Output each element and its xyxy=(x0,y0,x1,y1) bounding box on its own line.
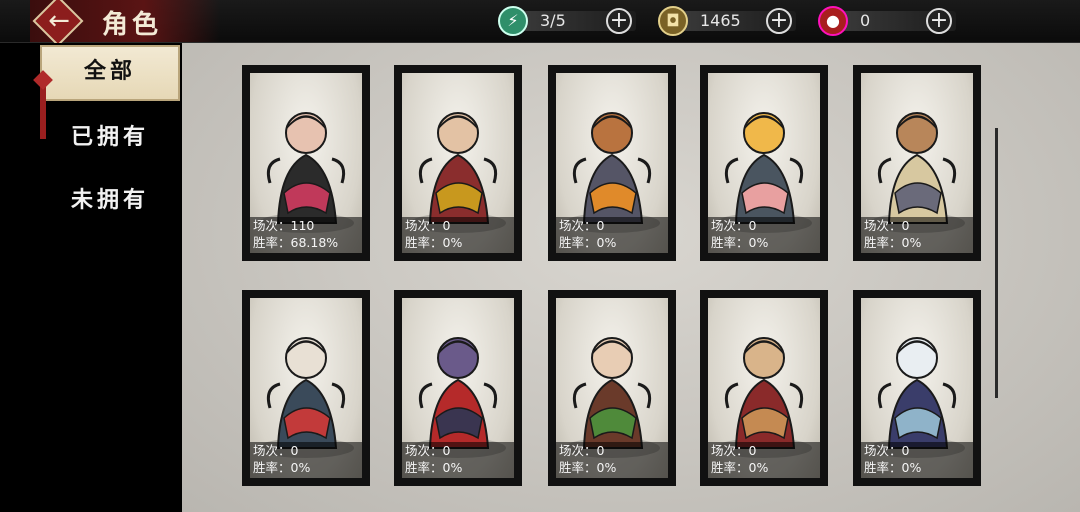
back-arrow-icon: ← xyxy=(48,6,70,36)
character-head xyxy=(437,112,479,154)
scrollbar[interactable] xyxy=(995,128,998,398)
card-stats: 场次：110 胜率：68.18% xyxy=(250,217,362,253)
character-head xyxy=(285,112,327,154)
add-stamina-button[interactable]: + xyxy=(606,8,632,34)
page-title: 角色 xyxy=(102,10,163,40)
card-stats: 场次：0 胜率：0% xyxy=(861,217,973,253)
character-card[interactable]: 场次：0 胜率：0% xyxy=(700,65,828,261)
win-rate: 胜率：68.18% xyxy=(253,235,339,250)
character-head xyxy=(591,112,633,154)
win-rate: 胜率：0% xyxy=(864,235,922,250)
card-stats: 场次：0 胜率：0% xyxy=(556,442,668,478)
character-card[interactable]: 场次：0 胜率：0% xyxy=(242,290,370,486)
matches-count: 场次：0 xyxy=(405,443,451,458)
card-stats: 场次：0 胜率：0% xyxy=(708,442,820,478)
red-gourd-icon: ● xyxy=(818,6,848,36)
character-head xyxy=(437,337,479,379)
card-stats: 场次：0 胜率：0% xyxy=(861,442,973,478)
matches-count: 场次：0 xyxy=(405,218,451,233)
matches-count: 场次：0 xyxy=(864,218,910,233)
card-stats: 场次：0 胜率：0% xyxy=(402,442,514,478)
add-premium-button[interactable]: + xyxy=(926,8,952,34)
win-rate: 胜率：0% xyxy=(711,460,769,475)
character-card[interactable]: 场次：0 胜率：0% xyxy=(394,290,522,486)
matches-count: 场次：0 xyxy=(864,443,910,458)
character-card[interactable]: 场次：0 胜率：0% xyxy=(853,65,981,261)
lightning-icon: ⚡ xyxy=(498,6,528,36)
win-rate: 胜率：0% xyxy=(559,460,617,475)
win-rate: 胜率：0% xyxy=(559,235,617,250)
character-card[interactable]: 场次：0 胜率：0% xyxy=(394,65,522,261)
win-rate: 胜率：0% xyxy=(253,460,311,475)
matches-count: 场次：110 xyxy=(253,218,315,233)
coin-icon: ◘ xyxy=(658,6,688,36)
matches-count: 场次：0 xyxy=(559,443,605,458)
character-head xyxy=(743,112,785,154)
tab-owned[interactable]: 已拥有 xyxy=(40,119,180,151)
card-stats: 场次：0 胜率：0% xyxy=(402,217,514,253)
character-head xyxy=(591,337,633,379)
card-stats: 场次：0 胜率：0% xyxy=(250,442,362,478)
tab-not-owned[interactable]: 未拥有 xyxy=(40,182,180,214)
character-head xyxy=(896,112,938,154)
matches-count: 场次：0 xyxy=(253,443,299,458)
character-card[interactable]: 场次：0 胜率：0% xyxy=(853,290,981,486)
back-button[interactable]: ← xyxy=(32,0,92,47)
add-coin-button[interactable]: + xyxy=(766,8,792,34)
character-head xyxy=(743,337,785,379)
win-rate: 胜率：0% xyxy=(711,235,769,250)
card-stats: 场次：0 胜率：0% xyxy=(556,217,668,253)
sidebar: 全部 已拥有 未拥有 xyxy=(0,43,180,512)
character-card[interactable]: 场次：0 胜率：0% xyxy=(700,290,828,486)
premium-value: 0 xyxy=(860,11,871,30)
character-card[interactable]: 场次：0 胜率：0% xyxy=(548,290,676,486)
matches-count: 场次：0 xyxy=(711,443,757,458)
stamina-value: 3/5 xyxy=(540,11,566,30)
matches-count: 场次：0 xyxy=(559,218,605,233)
card-stats: 场次：0 胜率：0% xyxy=(708,217,820,253)
character-head xyxy=(285,337,327,379)
character-card[interactable]: 场次：110 胜率：68.18% xyxy=(242,65,370,261)
win-rate: 胜率：0% xyxy=(405,460,463,475)
tab-all[interactable]: 全部 xyxy=(40,45,180,101)
win-rate: 胜率：0% xyxy=(864,460,922,475)
matches-count: 场次：0 xyxy=(711,218,757,233)
win-rate: 胜率：0% xyxy=(405,235,463,250)
coin-value: 1465 xyxy=(700,11,741,30)
character-head xyxy=(896,337,938,379)
top-bar: ← 角色 ⚡ 3/5 + ◘ 1465 + ● 0 + xyxy=(0,0,1080,47)
character-card[interactable]: 场次：0 胜率：0% xyxy=(548,65,676,261)
